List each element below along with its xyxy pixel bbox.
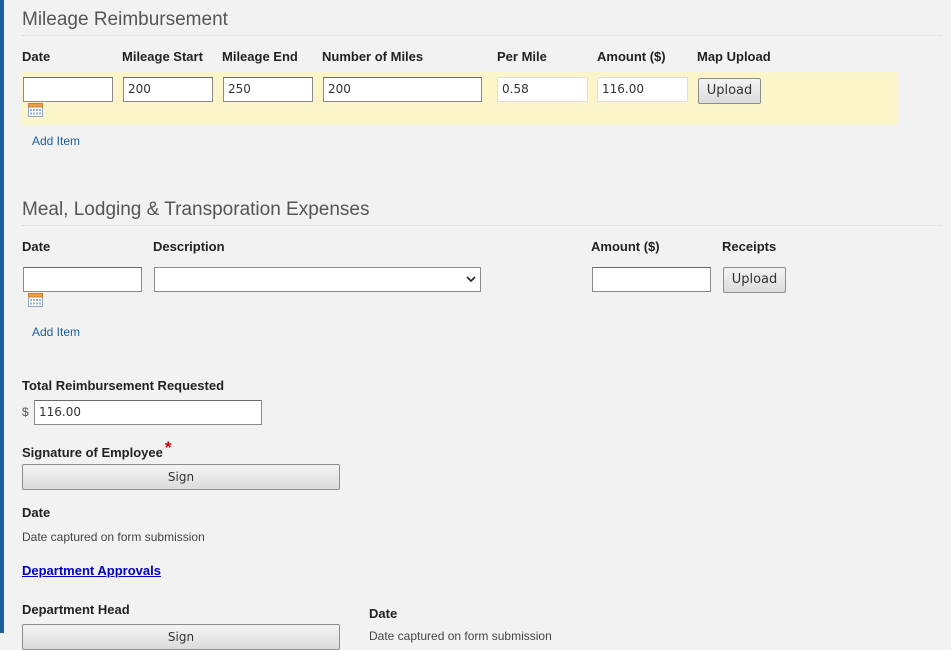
department-approvals-link[interactable]: Department Approvals	[22, 563, 161, 578]
mileage-header-map-upload: Map Upload	[697, 49, 771, 64]
department-head-label: Department Head	[22, 602, 130, 617]
number-of-miles-input[interactable]: 200	[323, 77, 482, 102]
mileage-header-amount: Amount ($)	[597, 49, 666, 64]
mileage-add-item-link[interactable]: Add Item	[32, 134, 80, 148]
signature-label-text: Signature of Employee	[22, 445, 163, 460]
mileage-date-input[interactable]	[23, 77, 113, 102]
mileage-end-input[interactable]: 250	[223, 77, 313, 102]
map-upload-button[interactable]: Upload	[698, 78, 761, 104]
total-label: Total Reimbursement Requested	[22, 378, 225, 393]
required-mark: *	[164, 438, 172, 457]
mileage-amount-field: 116.00	[597, 77, 688, 102]
mileage-section-title: Mileage Reimbursement	[22, 9, 228, 30]
section-divider	[22, 35, 942, 36]
calendar-icon[interactable]	[28, 293, 43, 307]
description-select[interactable]	[154, 267, 481, 292]
meals-add-item-link[interactable]: Add Item	[32, 325, 80, 339]
calendar-icon[interactable]	[28, 103, 43, 117]
left-accent-strip	[0, 0, 4, 633]
signature-label: Signature of Employee *	[22, 438, 172, 462]
receipts-upload-button[interactable]: Upload	[723, 267, 786, 293]
mileage-start-input[interactable]: 200	[123, 77, 213, 102]
chevron-down-icon	[466, 276, 476, 283]
department-date-label: Date	[369, 606, 398, 621]
meals-header-receipts: Receipts	[722, 239, 777, 254]
mileage-header-per-mile: Per Mile	[497, 49, 547, 64]
meals-header-description: Description	[153, 239, 225, 254]
mileage-header-end: Mileage End	[222, 49, 298, 64]
date-label: Date	[22, 505, 51, 520]
mileage-header-miles: Number of Miles	[322, 49, 424, 64]
meals-header-amount: Amount ($)	[591, 239, 660, 254]
total-reimbursement-field: 116.00	[34, 400, 262, 425]
department-date-note: Date captured on form submission	[369, 629, 552, 643]
meals-date-input[interactable]	[23, 267, 142, 292]
section-divider	[22, 225, 942, 226]
sign-department-head-button[interactable]: Sign	[22, 624, 340, 650]
per-mile-field: 0.58	[497, 77, 588, 102]
meals-header-date: Date	[22, 239, 51, 254]
mileage-header-date: Date	[22, 49, 51, 64]
currency-symbol: $	[22, 405, 29, 419]
date-note: Date captured on form submission	[22, 530, 205, 544]
sign-employee-button[interactable]: Sign	[22, 464, 340, 490]
meals-section-title: Meal, Lodging & Transporation Expenses	[22, 199, 370, 220]
meals-amount-input[interactable]	[592, 267, 711, 292]
mileage-header-start: Mileage Start	[122, 49, 203, 64]
